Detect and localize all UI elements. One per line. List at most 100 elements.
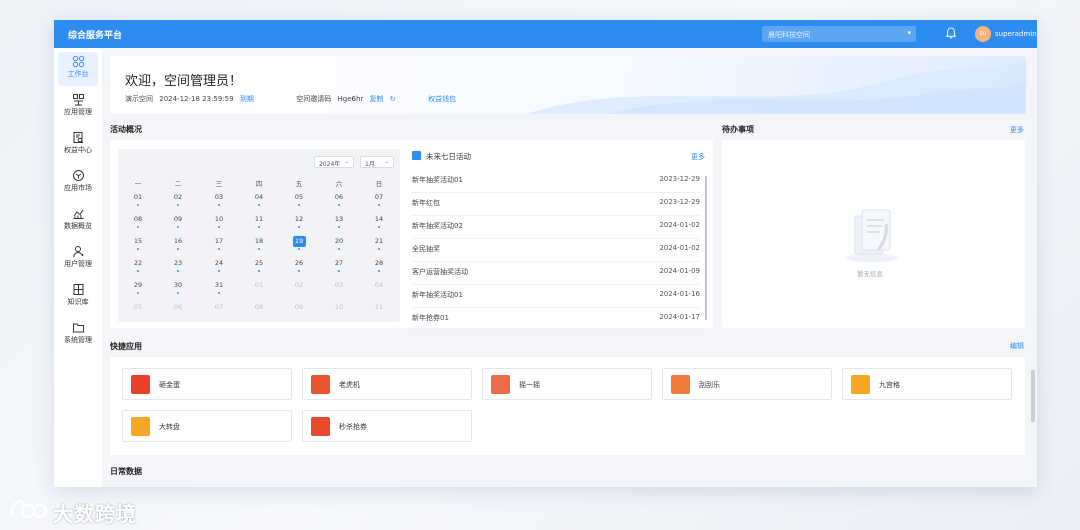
- calendar-day[interactable]: 20: [329, 237, 349, 253]
- sidebar-item-workbench[interactable]: 工作台: [58, 52, 98, 86]
- calendar-day[interactable]: 03: [209, 193, 229, 209]
- activity-date: 2024-01-17: [659, 313, 700, 321]
- refresh-icon[interactable]: ↻: [390, 95, 396, 103]
- quick-app-tile[interactable]: 砸金蛋: [122, 368, 292, 400]
- event-dot: [177, 226, 179, 228]
- grid-icon: [72, 55, 84, 68]
- sidebar-item-market[interactable]: 应用市场: [58, 166, 98, 200]
- calendar-day[interactable]: 05: [128, 303, 148, 319]
- upcoming-activity-row[interactable]: 新年抢券01 2024-01-17: [412, 308, 700, 331]
- upcoming-activity-row[interactable]: 客户运营抽奖活动 2024-01-09: [412, 262, 700, 285]
- quick-apps-edit-link[interactable]: 编辑: [1010, 341, 1024, 351]
- month-select[interactable]: 1月 ⌄: [360, 156, 394, 168]
- calendar-day[interactable]: 18: [249, 237, 269, 253]
- calendar-day[interactable]: 21: [369, 237, 389, 253]
- calendar-day[interactable]: 23: [168, 259, 188, 275]
- calendar-day[interactable]: 09: [289, 303, 309, 319]
- upcoming-activity-row[interactable]: 新年抽奖活动02 2024-01-02: [412, 216, 700, 239]
- calendar-day[interactable]: 03: [329, 281, 349, 297]
- benefits-wallet-link[interactable]: 权益钱包: [428, 95, 456, 103]
- calendar-day[interactable]: 05: [289, 193, 309, 209]
- copy-link[interactable]: 复制: [370, 95, 384, 103]
- calendar-day[interactable]: 26: [289, 259, 309, 275]
- calendar-day-number: 21: [374, 237, 384, 245]
- calendar-day-number: 06: [334, 193, 344, 201]
- calendar-day[interactable]: 25: [249, 259, 269, 275]
- calendar-day[interactable]: 02: [289, 281, 309, 297]
- page-scrollbar[interactable]: [1031, 370, 1035, 422]
- calendar-day-number: 25: [254, 259, 264, 267]
- calendar-day[interactable]: 01: [249, 281, 269, 297]
- todo-more-link[interactable]: 更多: [1010, 125, 1024, 135]
- sidebar-item-app-management[interactable]: 应用管理: [58, 90, 98, 124]
- calendar-day[interactable]: 06: [329, 193, 349, 209]
- upcoming-activity-row[interactable]: 全民抽奖 2024-01-02: [412, 239, 700, 262]
- calendar-day[interactable]: 19: [289, 236, 309, 253]
- calendar-day[interactable]: 31: [209, 281, 229, 297]
- upcoming-activity-row[interactable]: 新年红包 2023-12-29: [412, 193, 700, 216]
- quick-app-tile[interactable]: 老虎机: [302, 368, 472, 400]
- upcoming-scrollbar[interactable]: [705, 176, 707, 320]
- quick-app-tile[interactable]: 九宫格: [842, 368, 1012, 400]
- quick-app-tile[interactable]: 摇一摇: [482, 368, 652, 400]
- invite-code: Hge6hr: [337, 95, 364, 103]
- month-select-value: 1月: [365, 161, 375, 168]
- quick-apps-card: 砸金蛋 老虎机 摇一摇 刮刮乐 九宫格大转盘 秒杀抢券: [110, 357, 1025, 455]
- calendar-day[interactable]: 28: [369, 259, 389, 275]
- calendar-day[interactable]: 27: [329, 259, 349, 275]
- calendar-day[interactable]: 11: [369, 303, 389, 319]
- watermark-text: 大数跨境: [53, 502, 137, 526]
- calendar-day[interactable]: 07: [209, 303, 229, 319]
- bell-icon[interactable]: [944, 26, 958, 40]
- sidebar-item-user-management[interactable]: 用户管理: [58, 242, 98, 276]
- calendar-day[interactable]: 29: [128, 281, 148, 297]
- calendar-day[interactable]: 06: [168, 303, 188, 319]
- quick-app-tile[interactable]: 大转盘: [122, 410, 292, 442]
- calendar-day[interactable]: 16: [168, 237, 188, 253]
- sidebar-item-data-overview[interactable]: 数据概览: [58, 204, 98, 238]
- calendar-day[interactable]: 17: [209, 237, 229, 253]
- calendar-day[interactable]: 10: [329, 303, 349, 319]
- welcome-banner: 欢迎，空间管理员！ 演示空间 2024-12-18 23:59:59 到期 空间…: [110, 56, 1026, 114]
- calendar-day[interactable]: 04: [249, 193, 269, 209]
- activity-card: 2024年 ⌄ 1月 ⌄ 一 二 三 四 五 六 日 01 02 03 04 05 06 07 08 09 10…: [110, 140, 713, 331]
- sidebar-item-system[interactable]: 系统管理: [58, 318, 98, 352]
- activity-name: 新年抢券01: [412, 314, 449, 322]
- calendar-day[interactable]: 15: [128, 237, 148, 253]
- calendar-day[interactable]: 09: [168, 215, 188, 231]
- calendar-day[interactable]: 11: [249, 215, 269, 231]
- calendar-day[interactable]: 08: [249, 303, 269, 319]
- upcoming-more-link[interactable]: 更多: [691, 152, 705, 162]
- username[interactable]: superadmin: [995, 30, 1037, 38]
- event-dot: [298, 270, 300, 272]
- calendar-day[interactable]: 01: [128, 193, 148, 209]
- calendar-day[interactable]: 30: [168, 281, 188, 297]
- calendar-day[interactable]: 10: [209, 215, 229, 231]
- invite-label: 空间邀请码: [296, 95, 332, 103]
- calendar-day[interactable]: 24: [209, 259, 229, 275]
- calendar-day[interactable]: 12: [289, 215, 309, 231]
- upcoming-activity-row[interactable]: 新年抽奖活动01 2023-12-29: [412, 170, 700, 193]
- calendar-day[interactable]: 04: [369, 281, 389, 297]
- sidebar-item-knowledge-base[interactable]: 知识库: [58, 280, 98, 314]
- quick-app-tile[interactable]: 秒杀抢券: [302, 410, 472, 442]
- activity-name: 新年抽奖活动02: [412, 222, 463, 230]
- event-dot: [218, 204, 220, 206]
- calendar-day[interactable]: 02: [168, 193, 188, 209]
- renew-link[interactable]: 到期: [240, 95, 254, 103]
- app-window: 综合服务平台 晨阳科技空间 ▾ su superadmin 工作台 应用管理 权…: [54, 20, 1037, 487]
- quick-app-tile[interactable]: 刮刮乐: [662, 368, 832, 400]
- watermark: 大数跨境: [8, 497, 136, 526]
- calendar-day[interactable]: 22: [128, 259, 148, 275]
- calendar-day[interactable]: 13: [329, 215, 349, 231]
- event-dot: [378, 270, 380, 272]
- calendar-day[interactable]: 07: [369, 193, 389, 209]
- calendar-day[interactable]: 08: [128, 215, 148, 231]
- upcoming-activity-row[interactable]: 新年抽奖活动01 2024-01-16: [412, 285, 700, 308]
- avatar[interactable]: su: [975, 26, 991, 42]
- sidebar-item-benefits[interactable]: 权益中心: [58, 128, 98, 162]
- calendar-day[interactable]: 14: [369, 215, 389, 231]
- daily-data-title: 日常数据: [110, 467, 142, 476]
- space-select[interactable]: 晨阳科技空间 ▾: [762, 26, 916, 42]
- year-select[interactable]: 2024年 ⌄: [314, 156, 354, 168]
